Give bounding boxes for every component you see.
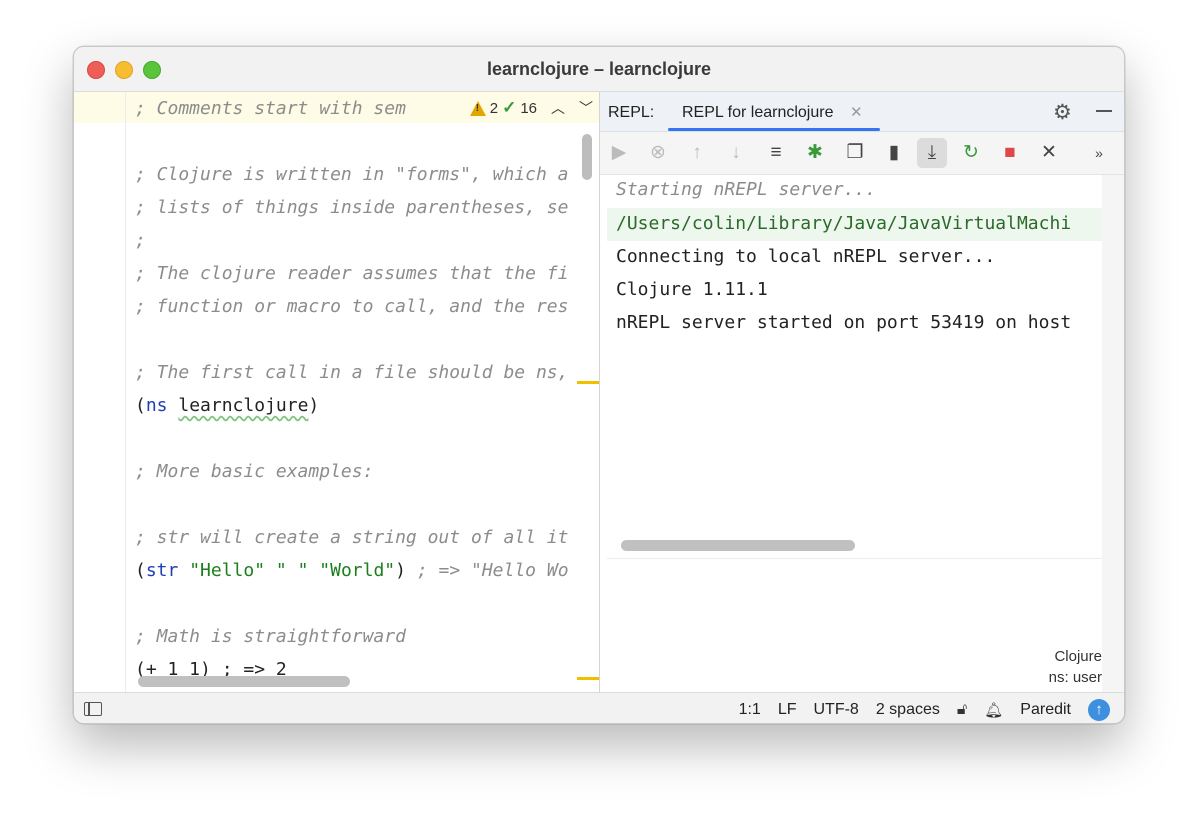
active-tab-indicator	[668, 128, 880, 131]
gear-icon[interactable]: ⚙	[1053, 100, 1072, 125]
title-bar: learnclojure – learnclojure	[74, 47, 1124, 92]
history-up-icon[interactable]: ↑	[682, 138, 712, 168]
code-line: ; More basic examples:	[135, 461, 374, 482]
close-icon[interactable]: ✕	[850, 103, 863, 121]
warning-icon: !	[469, 100, 486, 116]
code-line-str: (str "Hello" " " "World") ; => "Hello Wo	[135, 559, 569, 583]
code-line: ; Comments start with sem	[135, 98, 406, 119]
line-separator[interactable]: LF	[778, 701, 797, 719]
debug-icon[interactable]: ✱	[800, 138, 830, 168]
namespace-symbol[interactable]: learnclojure	[178, 395, 308, 416]
inline-comment: ; => "Hello Wo	[416, 560, 569, 581]
console-line[interactable]: /Users/colin/Library/Java/JavaVirtualMac…	[616, 212, 1071, 236]
repl-tab-title: REPL for learnclojure	[682, 104, 834, 121]
close-icon[interactable]: ✕	[1034, 138, 1064, 168]
paren: )	[308, 395, 320, 416]
code-area[interactable]: ; Comments start with sem ; Clojure is w…	[135, 92, 599, 680]
console-line: Starting nREPL server...	[616, 179, 877, 200]
more-icon[interactable]: »	[1084, 138, 1114, 168]
window-title: learnclojure – learnclojure	[486, 59, 712, 79]
console-line: Connecting to local nREPL server...	[616, 246, 996, 267]
repl-horizontal-scrollbar[interactable]	[621, 540, 855, 551]
repl-input-area[interactable]	[607, 558, 1102, 693]
bell-icon[interactable]: 🔔︎	[984, 701, 1003, 719]
status-bar: 1:1 LF UTF-8 2 spaces 🔓︎ 🔔︎ Paredit ↑	[74, 692, 1124, 723]
scroll-to-end-icon[interactable]: ⤓	[917, 138, 947, 168]
paren: (	[135, 560, 146, 581]
paren: (	[135, 395, 146, 416]
ide-window: learnclojure – learnclojure ; Comments s…	[73, 46, 1125, 724]
repl-right-strip	[1102, 175, 1124, 692]
warning-count: 2	[489, 99, 499, 117]
string-literal: "World"	[319, 560, 396, 581]
repl-language: Clojure	[1054, 648, 1102, 665]
indent-setting[interactable]: 2 spaces	[876, 701, 940, 719]
clear-icon[interactable]: ▮	[879, 138, 909, 168]
stop-icon[interactable]: ■	[995, 138, 1025, 168]
copy-icon[interactable]: ❐	[840, 138, 870, 168]
status-items: 1:1 LF UTF-8 2 spaces 🔓︎ 🔔︎ Paredit ↑	[739, 699, 1110, 721]
code-line: ; function or macro to call, and the res	[135, 296, 569, 317]
code-line-ns: (ns learnclojure)	[135, 394, 319, 418]
update-icon[interactable]: ↑	[1088, 699, 1110, 721]
warning-stripe-marker[interactable]	[577, 677, 599, 680]
check-count: 16	[520, 99, 537, 117]
keyword-str: str	[145, 560, 179, 581]
chevron-up-icon[interactable]: ︿	[551, 98, 565, 118]
repl-tab-bar: REPL: REPL for learnclojure ✕ ⚙	[600, 92, 1124, 132]
code-line: ; str will create a string out of all it	[135, 527, 569, 548]
string-literal: " "	[275, 560, 309, 581]
repl-panel: REPL: REPL for learnclojure ✕ ⚙ ▶ ⊗ ↑ ↓ …	[600, 92, 1124, 693]
repl-namespace: ns: user	[1048, 669, 1102, 686]
repl-console[interactable]: Starting nREPL server... /Users/colin/Li…	[607, 175, 1102, 536]
editor-horizontal-scrollbar[interactable]	[138, 676, 350, 687]
check-icon: ✓	[502, 98, 517, 117]
chevron-down-icon[interactable]: ﹀	[579, 98, 593, 118]
warning-stripe-marker[interactable]	[577, 381, 599, 384]
repl-label: REPL:	[608, 104, 655, 121]
console-line: nREPL server started on port 53419 on ho…	[616, 312, 1072, 333]
code-line: ; Clojure is written in "forms", which a	[135, 164, 569, 185]
repl-toolbar: ▶ ⊗ ↑ ↓ ≡ ✱ ❐ ▮ ⤓ ↻ ■ ✕ »	[600, 132, 1124, 175]
current-line-gutter-highlight	[74, 92, 125, 123]
unlock-icon[interactable]: 🔓︎	[957, 701, 967, 719]
interrupt-icon[interactable]: ⊗	[643, 138, 673, 168]
keyword-ns: ns	[145, 395, 168, 416]
string-literal: "Hello"	[189, 560, 266, 581]
soft-wrap-icon[interactable]: ≡	[761, 138, 791, 168]
reload-icon[interactable]: ↻	[956, 138, 986, 168]
code-line: ; lists of things inside parentheses, se	[135, 197, 569, 218]
caret-position[interactable]: 1:1	[739, 701, 761, 719]
file-encoding[interactable]: UTF-8	[814, 701, 859, 719]
editor-gutter[interactable]	[74, 92, 126, 692]
editor-vertical-scrollbar[interactable]	[582, 134, 592, 180]
tab-repl-for-learnclojure[interactable]: REPL for learnclojure ✕	[668, 92, 880, 131]
paren: )	[395, 560, 406, 581]
run-icon[interactable]: ▶	[604, 138, 634, 168]
paredit-toggle[interactable]: Paredit	[1020, 701, 1071, 719]
code-line: ;	[135, 230, 146, 251]
code-line: ; The first call in a file should be ns,	[135, 362, 569, 383]
code-line: ; The clojure reader assumes that the fi	[135, 263, 569, 284]
toggle-tool-windows-icon[interactable]	[84, 702, 102, 716]
inspection-widget[interactable]: ! 2 ✓ 16 ︿ ﹀	[463, 96, 593, 120]
code-editor[interactable]: ; Comments start with sem ; Clojure is w…	[74, 92, 599, 692]
code-line: ; Math is straightforward	[135, 626, 406, 647]
history-down-icon[interactable]: ↓	[721, 138, 751, 168]
repl-namespace-info: Clojure ns: user	[1049, 646, 1102, 688]
console-line: Clojure 1.11.1	[616, 279, 768, 300]
minimize-panel-icon[interactable]	[1096, 110, 1112, 112]
